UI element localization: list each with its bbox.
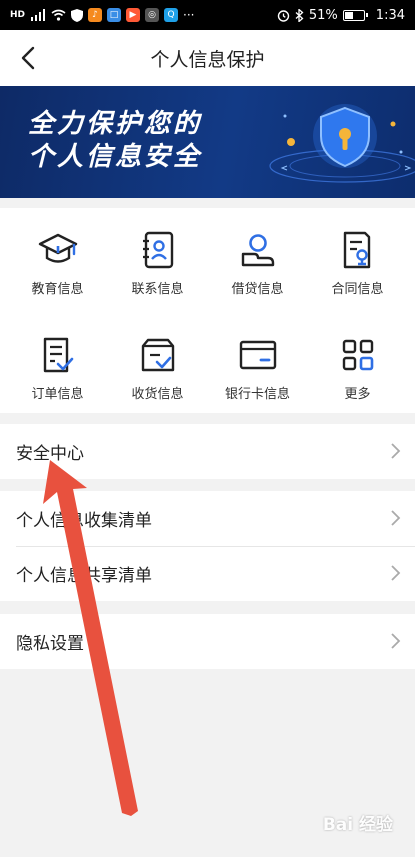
app-icon-play: ▶ (126, 8, 141, 22)
signal-icon (30, 9, 46, 21)
collection-list-label: 个人信息收集清单 (16, 511, 152, 531)
grid-label: 联系信息 (131, 282, 184, 297)
grid-item-bank-card[interactable]: 银行卡信息 (206, 333, 309, 413)
order-list-icon (36, 333, 80, 377)
banner-line-1: 全力保护您的 (28, 109, 203, 139)
alarm-icon (277, 9, 290, 22)
status-bar-right: 51% 1:34 (277, 8, 405, 23)
nav-bar: 个人信息保护 (0, 30, 415, 86)
back-arrow-icon (21, 46, 35, 70)
grid-label: 订单信息 (31, 387, 84, 402)
privacy-section: 隐私设置 (0, 614, 415, 669)
sharing-list-row[interactable]: 个人信息共享清单 (0, 546, 415, 601)
grid-label: 教育信息 (31, 282, 84, 297)
delivery-box-icon (136, 333, 180, 377)
battery-icon (342, 9, 368, 21)
grid-item-contract[interactable]: 合同信息 (306, 228, 409, 308)
privacy-settings-row[interactable]: 隐私设置 (0, 614, 415, 669)
shield-icon (71, 8, 84, 22)
app-icon-blue: □ (107, 8, 122, 22)
grid-item-more[interactable]: 更多 (306, 333, 409, 413)
graduation-cap-icon (36, 228, 80, 272)
status-bar: HD ♪ □ ▶ ◎ Q ··· 51% 1:34 (0, 0, 415, 30)
banner-line-2: 个人信息安全 (28, 142, 203, 172)
privacy-settings-label: 隐私设置 (16, 634, 84, 654)
app-icon-search: Q (164, 8, 179, 22)
status-time: 1:34 (375, 7, 405, 23)
app-icon-green: ◎ (145, 8, 160, 22)
grid-label: 收货信息 (131, 387, 184, 402)
grid-label: 更多 (344, 387, 371, 402)
back-button[interactable] (12, 42, 44, 74)
app-icon-orange: ♪ (88, 8, 103, 22)
page-title: 个人信息保护 (150, 48, 265, 71)
bluetooth-icon (295, 8, 304, 22)
status-more: ··· (183, 8, 195, 22)
chevron-right-icon (391, 633, 401, 649)
info-category-grid: 教育信息 联系信息 借贷信息 合同信息 订单信息 收货信息 银行卡信息 更多 (0, 208, 415, 413)
grid-item-order[interactable]: 订单信息 (6, 333, 109, 413)
watermark: Bai 经验 (322, 815, 393, 835)
grid-item-contact[interactable]: 联系信息 (106, 228, 209, 308)
loan-hand-icon (236, 228, 280, 272)
battery-percent: 51% (308, 7, 338, 23)
sharing-list-label: 个人信息共享清单 (16, 566, 152, 586)
info-list-section: 个人信息收集清单 个人信息共享清单 (0, 491, 415, 601)
protection-banner: 全力保护您的 个人信息安全 (0, 86, 415, 198)
chevron-right-icon (391, 565, 401, 581)
grid-item-loan[interactable]: 借贷信息 (206, 228, 309, 308)
grid-label: 借贷信息 (231, 282, 284, 297)
contract-icon (336, 228, 380, 272)
collection-list-row[interactable]: 个人信息收集清单 (0, 491, 415, 546)
grid-item-delivery[interactable]: 收货信息 (106, 333, 209, 413)
bank-card-icon (236, 333, 280, 377)
hd-icon: HD (10, 9, 26, 20)
status-bar-left: HD ♪ □ ▶ ◎ Q ··· (10, 8, 194, 22)
grid-label: 合同信息 (331, 282, 384, 297)
banner-slogan: 全力保护您的 个人信息安全 (28, 108, 202, 174)
contacts-book-icon (136, 228, 180, 272)
chevron-right-icon (391, 510, 401, 526)
security-center-label: 安全中心 (16, 444, 84, 464)
wifi-icon (51, 9, 66, 21)
shield-lock-icon (269, 104, 415, 183)
grid-item-education[interactable]: 教育信息 (6, 228, 109, 308)
security-center-row[interactable]: 安全中心 (0, 424, 415, 479)
more-grid-icon (336, 333, 380, 377)
security-section: 安全中心 (0, 424, 415, 479)
grid-label: 银行卡信息 (224, 387, 290, 402)
chevron-right-icon (391, 443, 401, 459)
